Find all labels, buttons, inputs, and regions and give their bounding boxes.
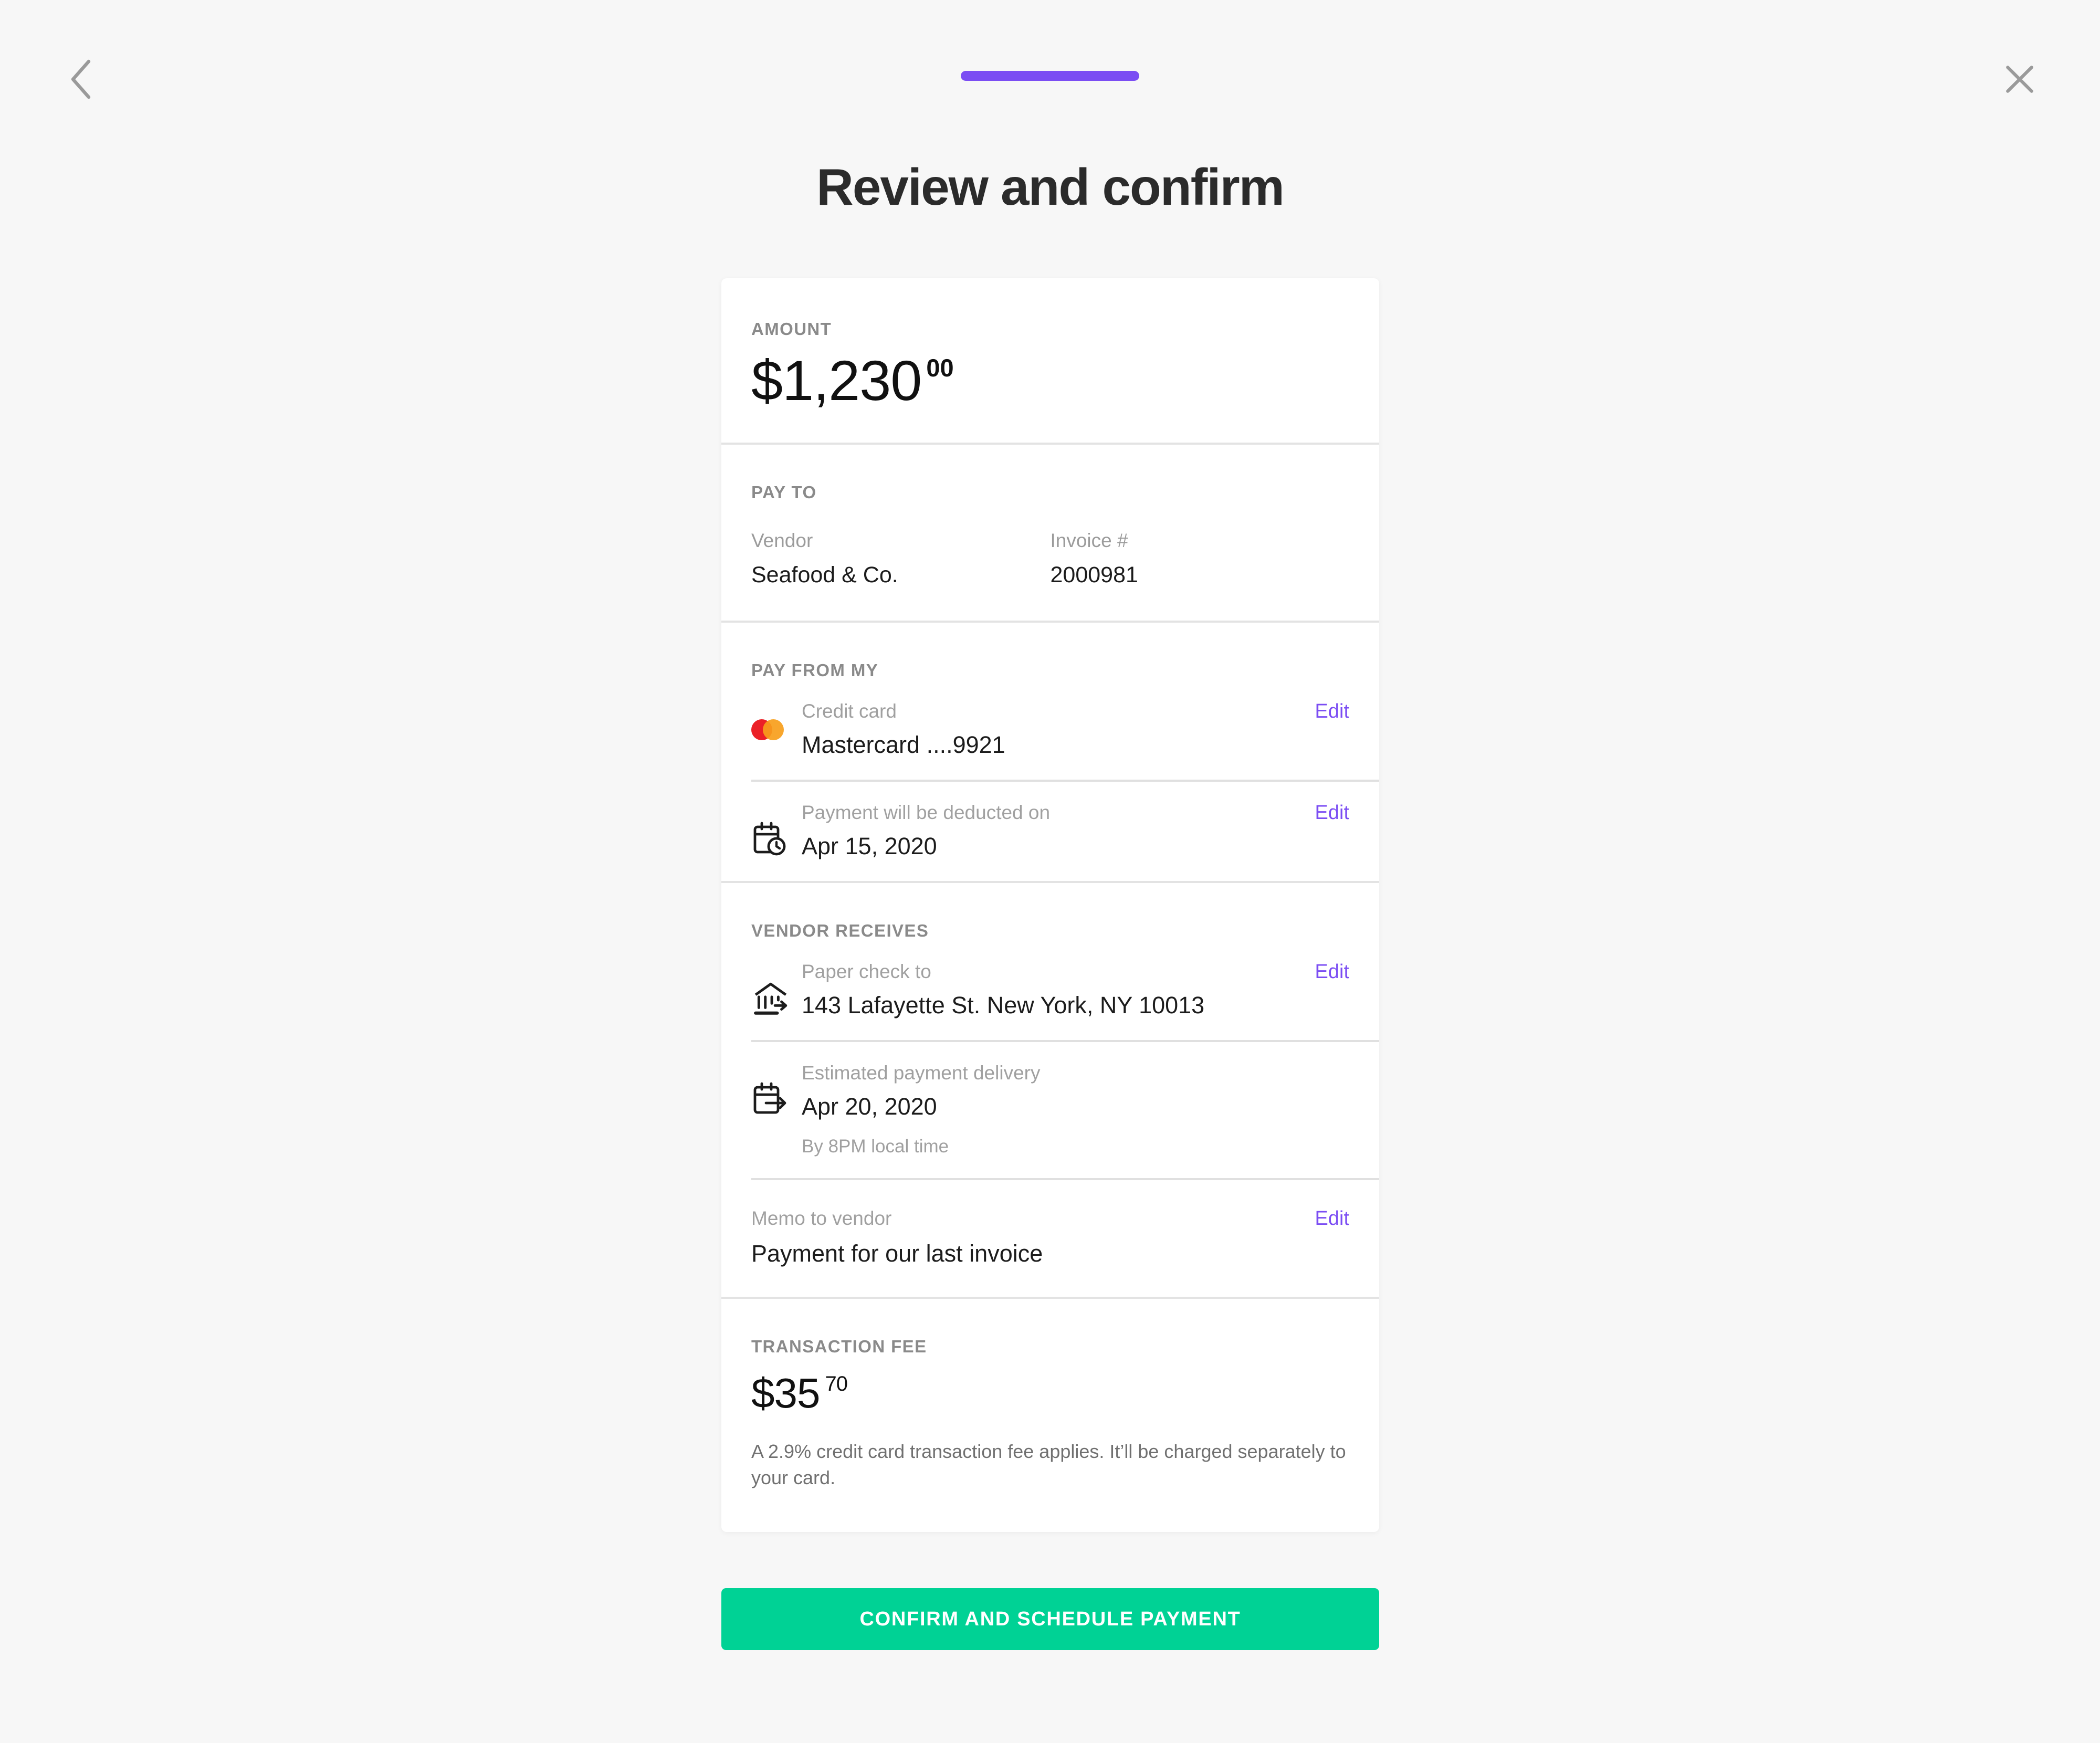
deduction-date-label: Payment will be deducted on	[802, 802, 1051, 824]
review-and-confirm-screen: Review and confirm AMOUNT $1,230 00 PAY …	[0, 0, 2100, 1743]
invoice-field-label: Invoice #	[1050, 530, 1128, 552]
pay-to-label: PAY TO	[751, 482, 817, 502]
progress-bar-fill	[961, 71, 1139, 81]
estimated-delivery-label: Estimated payment delivery	[802, 1062, 1041, 1084]
pay-to-fields: Vendor Seafood & Co. Invoice # 2000981	[751, 530, 1349, 588]
back-button[interactable]	[57, 57, 104, 104]
paper-check-body: Paper check to 143 Lafayette St. New Yor…	[802, 961, 1349, 1019]
amount-dollars: $1,230	[751, 349, 922, 412]
credit-card-row: Credit card Mastercard ....9921 Edit	[751, 680, 1349, 780]
calendar-clock-icon	[751, 802, 802, 858]
edit-credit-card-link[interactable]: Edit	[1315, 700, 1349, 723]
transaction-fee-label: TRANSACTION FEE	[751, 1337, 927, 1357]
payment-summary-card: AMOUNT $1,230 00 PAY TO Vendor Seafood &…	[721, 278, 1379, 1532]
estimated-delivery-sub: By 8PM local time	[802, 1136, 949, 1157]
paper-check-row: Paper check to 143 Lafayette St. New Yor…	[751, 941, 1349, 1040]
vendor-field-label: Vendor	[751, 530, 813, 552]
amount-cents: 00	[926, 354, 954, 382]
edit-deduction-date-link[interactable]: Edit	[1315, 802, 1349, 824]
transaction-fee-section: TRANSACTION FEE $35 70 A 2.9% credit car…	[721, 1299, 1379, 1531]
estimated-delivery-section: Estimated payment delivery Apr 20, 2020 …	[721, 1042, 1379, 1178]
memo-label: Memo to vendor	[751, 1208, 892, 1230]
page-title: Review and confirm	[816, 158, 1285, 216]
vendor-field-value: Seafood & Co.	[751, 562, 898, 588]
confirm-and-schedule-payment-button[interactable]: CONFIRM AND SCHEDULE PAYMENT	[721, 1588, 1379, 1650]
transaction-fee-value: $35 70	[751, 1369, 1349, 1418]
pay-from-my-label: PAY FROM MY	[751, 660, 879, 680]
deduction-date-section: Payment will be deducted on Apr 15, 2020…	[721, 782, 1379, 881]
invoice-field-value: 2000981	[1050, 562, 1138, 588]
calendar-arrow-icon	[751, 1062, 802, 1119]
estimated-delivery-row: Estimated payment delivery Apr 20, 2020 …	[751, 1042, 1349, 1178]
progress-bar	[961, 71, 1139, 81]
memo-value: Payment for our last invoice	[751, 1240, 1043, 1267]
amount-value: $1,230 00	[751, 349, 1349, 412]
mastercard-logo	[751, 700, 802, 741]
credit-card-label: Credit card	[802, 700, 897, 722]
edit-memo-link[interactable]: Edit	[1315, 1208, 1349, 1230]
memo-section: Memo to vendor Payment for our last invo…	[721, 1180, 1379, 1297]
estimated-delivery-body: Estimated payment delivery Apr 20, 2020 …	[802, 1062, 1349, 1157]
transaction-fee-note: A 2.9% credit card transaction fee appli…	[751, 1441, 1346, 1489]
chevron-left-icon	[69, 59, 92, 102]
invoice-field: Invoice # 2000981	[1051, 530, 1350, 588]
amount-label: AMOUNT	[751, 319, 832, 339]
transaction-fee-cents: 70	[825, 1372, 847, 1396]
deduction-date-row: Payment will be deducted on Apr 15, 2020…	[751, 782, 1349, 881]
bank-transfer-icon	[751, 961, 802, 1018]
vendor-receives-section: VENDOR RECEIVES Paper check to 143 Lafay…	[721, 883, 1379, 1040]
vendor-field: Vendor Seafood & Co.	[751, 530, 1051, 588]
paper-check-label: Paper check to	[802, 961, 931, 983]
deduction-date-body: Payment will be deducted on Apr 15, 2020	[802, 802, 1349, 860]
amount-section: AMOUNT $1,230 00	[721, 278, 1379, 443]
paper-check-value: 143 Lafayette St. New York, NY 10013	[802, 992, 1205, 1019]
credit-card-body: Credit card Mastercard ....9921	[802, 700, 1349, 759]
vendor-receives-label: VENDOR RECEIVES	[751, 921, 929, 941]
transaction-fee-dollars: $35	[751, 1370, 820, 1417]
deduction-date-value: Apr 15, 2020	[802, 833, 937, 860]
close-button[interactable]	[1996, 57, 2043, 104]
credit-card-value: Mastercard ....9921	[802, 731, 1005, 759]
estimated-delivery-value: Apr 20, 2020	[802, 1093, 937, 1120]
close-icon	[2003, 63, 2036, 98]
pay-from-my-section: PAY FROM MY Credit card Mastercard ....9…	[721, 623, 1379, 780]
pay-to-section: PAY TO Vendor Seafood & Co. Invoice # 20…	[721, 445, 1379, 621]
edit-paper-check-link[interactable]: Edit	[1315, 961, 1349, 983]
